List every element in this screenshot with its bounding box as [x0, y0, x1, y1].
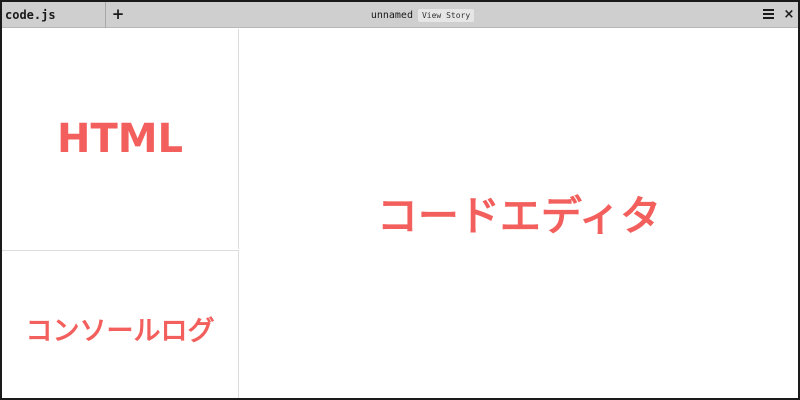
close-glyph: ×	[783, 6, 795, 22]
app-window: code.js + unnamed View Story × HTML コンソー…	[0, 0, 800, 400]
document-name: unnamed	[370, 9, 413, 21]
file-tab[interactable]: code.js	[2, 2, 106, 28]
close-icon[interactable]: ×	[782, 6, 796, 22]
toolbar: code.js + unnamed View Story ×	[2, 2, 798, 28]
add-tab-button[interactable]: +	[110, 6, 126, 22]
editor-pane-label: コードエディタ	[376, 191, 662, 240]
plus-icon: +	[111, 4, 125, 23]
code-editor-pane[interactable]: コードエディタ	[240, 29, 798, 398]
html-pane-label: HTML	[56, 116, 184, 162]
console-log-pane[interactable]: コンソールログ	[2, 250, 239, 398]
console-pane-label: コンソールログ	[25, 316, 215, 347]
hamburger-menu-icon[interactable]	[763, 9, 775, 20]
html-preview-pane[interactable]: HTML	[2, 29, 239, 249]
view-story-button[interactable]: View Story	[417, 8, 475, 22]
file-tab-label: code.js	[5, 8, 56, 22]
